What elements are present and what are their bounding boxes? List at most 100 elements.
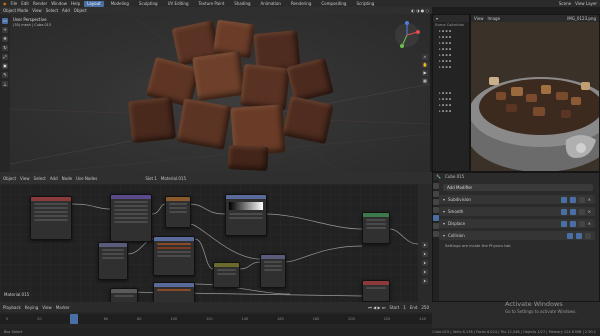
node-material-output[interactable]: [362, 280, 390, 302]
move-icon[interactable]: ✥: [2, 36, 8, 42]
node-color-ramp[interactable]: [225, 194, 267, 236]
node-tab-icon[interactable]: ▸: [422, 269, 428, 275]
tab-uv-editing[interactable]: UV Editing: [165, 1, 192, 7]
menu-render[interactable]: Render: [33, 1, 47, 6]
viewport-menu-view[interactable]: View: [32, 8, 42, 13]
menu-help[interactable]: Help: [71, 1, 80, 6]
node-bump[interactable]: [213, 262, 240, 288]
pan-icon[interactable]: ✋: [422, 62, 428, 68]
node-menu-select[interactable]: Select: [34, 176, 46, 181]
activate-subtitle: Go to Settings to activate Windows.: [505, 309, 577, 314]
tab-shading[interactable]: Shading: [231, 1, 253, 7]
brownie-cube[interactable]: [227, 144, 269, 172]
node-menu-node[interactable]: Node: [62, 176, 72, 181]
annotate-icon[interactable]: ✎: [2, 72, 8, 78]
tab-layout[interactable]: Layout: [84, 0, 104, 7]
timeline-menu-marker[interactable]: Marker: [56, 305, 70, 310]
timeline-menu-view[interactable]: View: [42, 305, 52, 310]
node-math[interactable]: [98, 242, 128, 280]
scene-selector[interactable]: Scene: [559, 1, 571, 6]
tool-tab-icon[interactable]: [433, 183, 439, 189]
outliner[interactable]: ▾ Scene Collection ▸ ▪ ▪ ▪ ▸ ▪ ▪ ▪ ▸ ▪ ▪…: [432, 14, 470, 172]
viewport-menu-select[interactable]: Select: [46, 8, 58, 13]
transform-icon[interactable]: ▣: [2, 63, 8, 69]
properties-editor[interactable]: 🔧 Cube.015 Add Modifier ▾ Subdivision ✕ ▾ S…: [432, 172, 600, 302]
view-layer-selector[interactable]: View Layer: [575, 1, 597, 6]
shading-icons[interactable]: ◐ ◑ ● ○: [411, 8, 429, 13]
camera-icon[interactable]: ▶: [422, 70, 428, 76]
3d-viewport[interactable]: User Perspective (30) mesh | Cube.015 ⌕ …: [10, 14, 430, 172]
measure-icon[interactable]: ⟂: [2, 81, 8, 87]
image-name[interactable]: IMG_0123.png: [567, 16, 596, 21]
timeline-header: Playback Keying View Marker ⏮ ◀ ▶ ⏭ Star…: [0, 302, 432, 312]
viewport-nav-icons[interactable]: ⌕ ✋ ▶ ▦: [422, 54, 428, 84]
tab-scripting[interactable]: Scripting: [353, 1, 377, 7]
image-menu-view[interactable]: View: [474, 16, 484, 21]
outliner-item[interactable]: ▸ ▪ ▪ ▪: [433, 64, 469, 70]
tab-animation[interactable]: Animation: [258, 1, 284, 7]
node-mapping[interactable]: [110, 194, 152, 242]
rotate-icon[interactable]: ↻: [2, 45, 8, 51]
outliner-item[interactable]: ▸ ▪ ▪ ▪: [433, 108, 469, 114]
brownie-cube[interactable]: [176, 98, 232, 150]
modifier-collision[interactable]: ▾ Collision: [439, 231, 595, 240]
image-menu-image[interactable]: Image: [488, 16, 501, 21]
timeline-menu-playback[interactable]: Playback: [3, 305, 21, 310]
mode-selector[interactable]: Object Mode: [3, 8, 28, 13]
use-nodes-checkbox[interactable]: Use Nodes: [76, 176, 97, 181]
node-menu-add[interactable]: Add: [50, 176, 58, 181]
scale-icon[interactable]: ⤢: [2, 54, 8, 60]
node-menu-object[interactable]: Object: [3, 176, 16, 181]
node-noise-texture[interactable]: [165, 196, 191, 228]
close-icon[interactable]: ✕: [588, 221, 591, 226]
node-tab-icon[interactable]: ▸: [422, 251, 428, 257]
tab-texture-paint[interactable]: Texture Paint: [195, 1, 227, 7]
close-icon[interactable]: ✕: [588, 209, 591, 214]
node-mix-rgb[interactable]: [153, 236, 195, 276]
modifier-displace[interactable]: ▾ Displace ✕: [439, 219, 595, 228]
node-displacement[interactable]: [260, 254, 286, 288]
tab-modeling[interactable]: Modeling: [108, 1, 132, 7]
playback-controls[interactable]: ⏮ ◀ ▶ ⏭: [368, 305, 385, 310]
image-editor[interactable]: View Image IMG_0123.png: [470, 14, 600, 172]
cursor-icon[interactable]: +: [2, 27, 8, 33]
navigation-gizmo-icon[interactable]: [392, 20, 422, 50]
select-box-icon[interactable]: ▭: [2, 18, 8, 24]
viewport-menu-add[interactable]: Add: [62, 8, 70, 13]
close-icon[interactable]: ✕: [588, 197, 591, 202]
zoom-icon[interactable]: ⌕: [422, 54, 428, 60]
node-menu-view[interactable]: View: [20, 176, 30, 181]
add-modifier-button[interactable]: Add Modifier: [443, 184, 593, 191]
timeline-menu-keying[interactable]: Keying: [25, 305, 38, 310]
node-tab-icon[interactable]: ▸: [422, 260, 428, 266]
node-texture-coordinate[interactable]: [30, 196, 72, 240]
material-name[interactable]: Material.015: [161, 176, 186, 181]
viewport-menu-object[interactable]: Object: [74, 8, 87, 13]
playhead[interactable]: [70, 314, 78, 324]
end-frame-field[interactable]: 250: [421, 305, 429, 310]
node-tab-icon[interactable]: ▸: [422, 242, 428, 248]
node-sidebar[interactable]: ▸ ▸ ▸ ▸ ▸: [418, 184, 432, 302]
menu-file[interactable]: File: [11, 1, 18, 6]
start-frame-field[interactable]: 1: [403, 305, 406, 310]
material-slot[interactable]: Slot 1: [145, 176, 156, 181]
timeline-ruler[interactable]: 0 20 40 60 80 100 120 140 160 180 200 22…: [0, 314, 432, 324]
tab-compositing[interactable]: Compositing: [318, 1, 349, 7]
node-color-mix[interactable]: [153, 282, 195, 302]
modifier-smooth[interactable]: ▾ Smooth ✕: [439, 207, 595, 216]
node-editor[interactable]: Material.015 ▸ ▸ ▸ ▸ ▸: [0, 184, 432, 302]
node-principled-bsdf[interactable]: [362, 212, 390, 244]
brownie-cube[interactable]: [239, 63, 291, 111]
tab-sculpting[interactable]: Sculpting: [136, 1, 161, 7]
tab-rendering[interactable]: Rendering: [288, 1, 314, 7]
menu-window[interactable]: Window: [51, 1, 67, 6]
blender-logo-icon[interactable]: ◉: [3, 1, 7, 6]
modifier-subdivision[interactable]: ▾ Subdivision ✕: [439, 195, 595, 204]
node-tab-icon[interactable]: ▸: [422, 278, 428, 284]
brownie-cube[interactable]: [192, 50, 246, 102]
menu-edit[interactable]: Edit: [21, 1, 29, 6]
brownie-cube[interactable]: [127, 96, 177, 144]
outliner-filter-icon[interactable]: ▾: [436, 16, 438, 21]
node-value[interactable]: [110, 288, 138, 302]
ortho-icon[interactable]: ▦: [422, 78, 428, 84]
